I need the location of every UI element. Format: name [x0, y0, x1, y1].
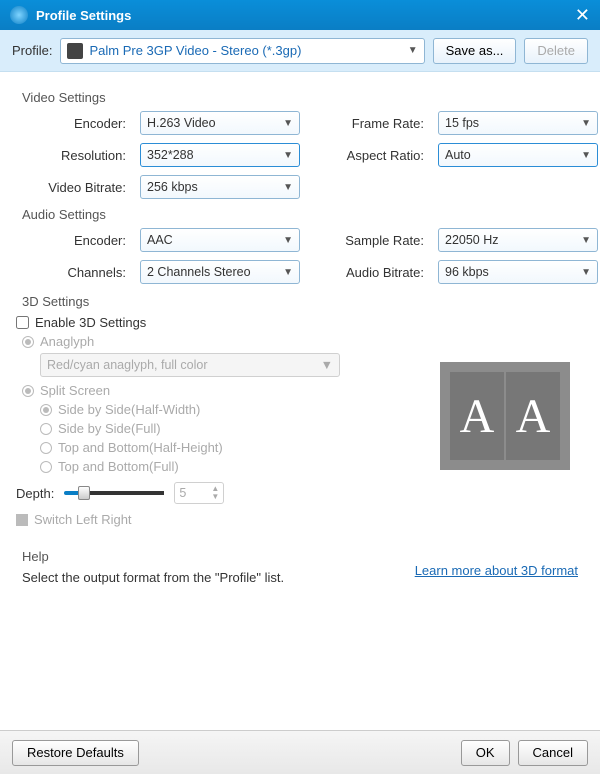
chevron-down-icon: ▼	[283, 235, 293, 246]
radio-icon	[22, 385, 34, 397]
audio-bitrate-select[interactable]: 96 kbps▼	[438, 260, 598, 284]
close-icon[interactable]: ✕	[575, 5, 590, 26]
profile-value: Palm Pre 3GP Video - Stereo (*.3gp)	[89, 43, 401, 58]
depth-label: Depth:	[16, 486, 54, 501]
resolution-select[interactable]: 352*288▼	[140, 143, 300, 167]
app-icon	[10, 6, 28, 24]
chevron-down-icon: ▼	[321, 358, 333, 372]
3d-preview-thumbnail: A A	[440, 362, 570, 470]
learn-more-link[interactable]: Learn more about 3D format	[415, 563, 578, 578]
resolution-label: Resolution:	[16, 148, 126, 163]
anaglyph-mode-select: Red/cyan anaglyph, full color▼	[40, 353, 340, 377]
video-encoder-select[interactable]: H.263 Video▼	[140, 111, 300, 135]
footer: Restore Defaults OK Cancel	[0, 730, 600, 774]
preview-left: A	[450, 372, 504, 460]
slider-knob[interactable]	[78, 486, 90, 500]
profile-select[interactable]: Palm Pre 3GP Video - Stereo (*.3gp) ▼	[60, 38, 424, 64]
chevron-down-icon: ▼	[283, 150, 293, 161]
radio-icon	[40, 423, 52, 435]
content: Video Settings Encoder: H.263 Video▼ Fra…	[0, 72, 600, 730]
chevron-down-icon: ▼	[581, 118, 591, 129]
preview-right: A	[506, 372, 560, 460]
samplerate-select[interactable]: 22050 Hz▼	[438, 228, 598, 252]
chevron-down-icon: ▼	[283, 182, 293, 193]
audio-section-title: Audio Settings	[22, 207, 584, 222]
video-section-title: Video Settings	[22, 90, 584, 105]
anaglyph-radio: Anaglyph	[22, 334, 584, 349]
video-bitrate-select[interactable]: 256 kbps▼	[140, 175, 300, 199]
samplerate-label: Sample Rate:	[314, 233, 424, 248]
cancel-button[interactable]: Cancel	[518, 740, 588, 766]
chevron-down-icon: ▼	[581, 267, 591, 278]
depth-slider[interactable]	[64, 491, 164, 495]
spinner-arrows-icon: ▲▼	[211, 485, 219, 501]
ok-button[interactable]: OK	[461, 740, 510, 766]
channels-label: Channels:	[16, 265, 126, 280]
radio-icon	[40, 461, 52, 473]
depth-spinner: 5▲▼	[174, 482, 224, 504]
encoder-label: Encoder:	[16, 116, 126, 131]
chevron-down-icon: ▼	[283, 118, 293, 129]
help-section-title: Help	[22, 549, 584, 564]
window-title: Profile Settings	[36, 8, 575, 23]
radio-icon	[22, 336, 34, 348]
radio-icon	[40, 404, 52, 416]
radio-icon	[40, 442, 52, 454]
audio-bitrate-label: Audio Bitrate:	[314, 265, 424, 280]
video-bitrate-label: Video Bitrate:	[16, 180, 126, 195]
framerate-label: Frame Rate:	[314, 116, 424, 131]
aspect-label: Aspect Ratio:	[314, 148, 424, 163]
chevron-down-icon: ▼	[408, 45, 418, 56]
audio-encoder-label: Encoder:	[16, 233, 126, 248]
framerate-select[interactable]: 15 fps▼	[438, 111, 598, 135]
titlebar: Profile Settings ✕	[0, 0, 600, 30]
save-as-button[interactable]: Save as...	[433, 38, 517, 64]
enable-3d-checkbox[interactable]: Enable 3D Settings	[16, 315, 584, 330]
delete-button: Delete	[524, 38, 588, 64]
audio-encoder-select[interactable]: AAC▼	[140, 228, 300, 252]
aspect-select[interactable]: Auto▼	[438, 143, 598, 167]
switch-lr-checkbox: Switch Left Right	[16, 512, 584, 527]
3d-section-title: 3D Settings	[22, 294, 584, 309]
channels-select[interactable]: 2 Channels Stereo▼	[140, 260, 300, 284]
chevron-down-icon: ▼	[581, 150, 591, 161]
enable-3d-input[interactable]	[16, 316, 29, 329]
profile-row: Profile: Palm Pre 3GP Video - Stereo (*.…	[0, 30, 600, 72]
profile-label: Profile:	[12, 43, 52, 58]
device-icon	[67, 43, 83, 59]
chevron-down-icon: ▼	[283, 267, 293, 278]
checkbox-icon	[16, 514, 28, 526]
restore-defaults-button[interactable]: Restore Defaults	[12, 740, 139, 766]
chevron-down-icon: ▼	[581, 235, 591, 246]
